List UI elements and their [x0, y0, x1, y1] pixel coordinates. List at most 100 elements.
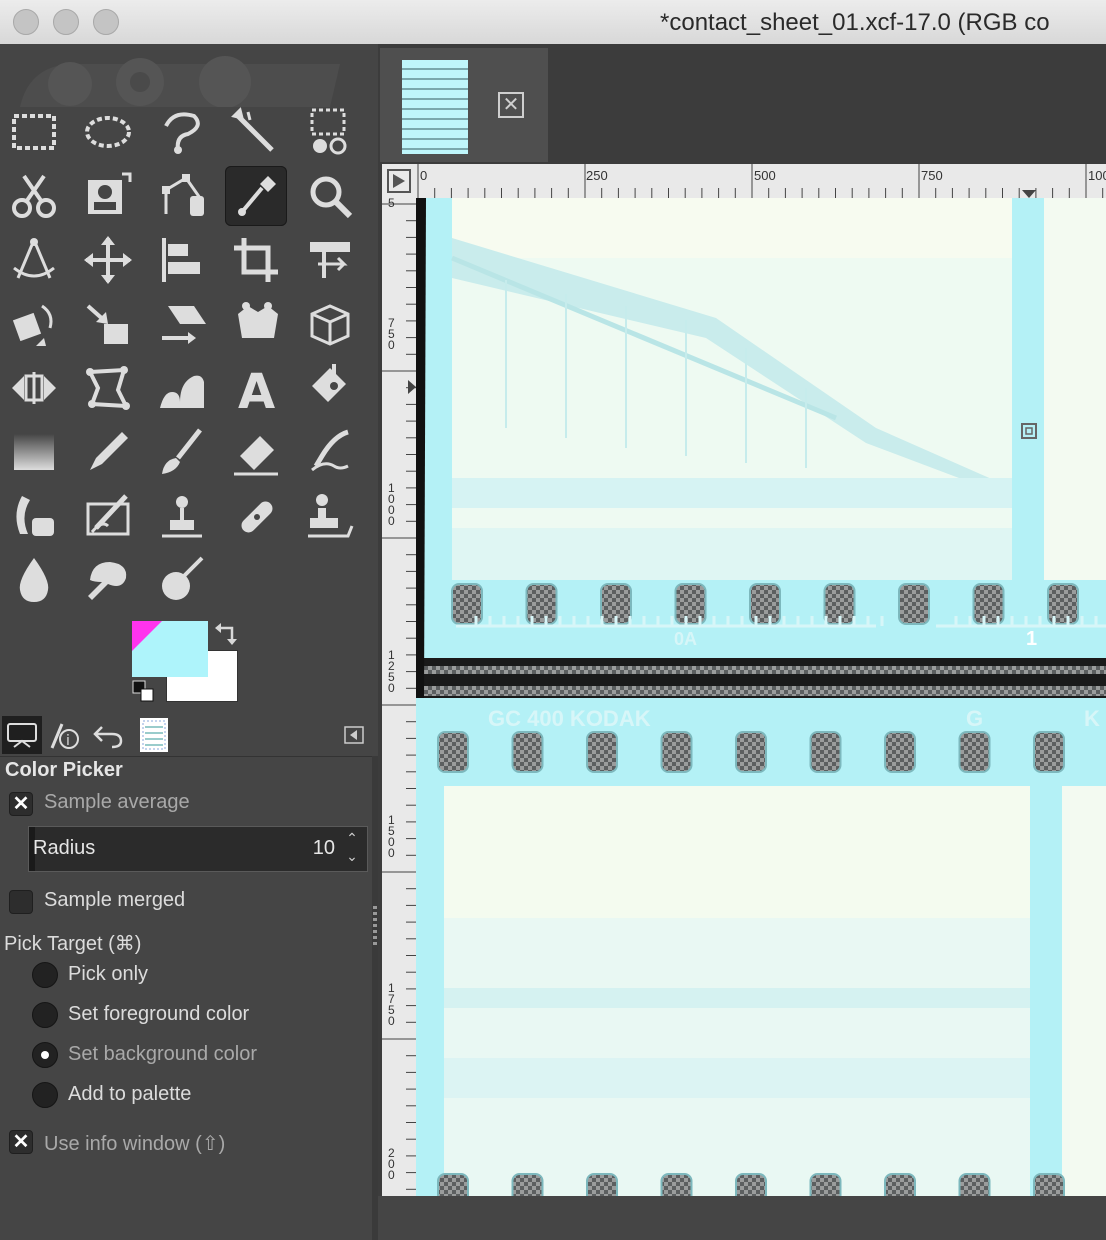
- out-of-gamut-indicator: [132, 621, 162, 651]
- tool-airbrush[interactable]: [299, 422, 361, 482]
- tool-perspective-clone[interactable]: [299, 486, 361, 546]
- panel-menu-button[interactable]: [344, 726, 364, 749]
- tool-select-by-color[interactable]: [299, 102, 361, 162]
- sprocket-hole: [437, 731, 469, 773]
- close-image-tab-icon[interactable]: ✕: [498, 92, 524, 118]
- scale-icon: [86, 304, 128, 344]
- pick-only-radio[interactable]: [32, 962, 58, 988]
- tool-blur[interactable]: [3, 550, 65, 610]
- tool-unified-transform[interactable]: [299, 230, 361, 290]
- tool-scissors-select[interactable]: [3, 166, 65, 226]
- window-title: *contact_sheet_01.xcf-17.0 (RGB co: [660, 9, 1050, 36]
- tool-warp[interactable]: [151, 358, 213, 418]
- perspective-icon: [238, 302, 278, 338]
- sample-merged-checkbox[interactable]: [9, 890, 33, 914]
- flip-icon: [12, 372, 56, 404]
- tool-ellipse-select[interactable]: [77, 102, 139, 162]
- tool-foreground-select[interactable]: [77, 166, 139, 226]
- tool-ink[interactable]: [3, 486, 65, 546]
- tool-move[interactable]: [77, 230, 139, 290]
- tool-heal[interactable]: [225, 486, 287, 546]
- vertical-ruler-label: 200: [388, 1146, 395, 1182]
- tool-cage[interactable]: [77, 358, 139, 418]
- use-info-window-checkbox[interactable]: ✕: [9, 1130, 33, 1154]
- tool-pencil[interactable]: [77, 422, 139, 482]
- tool-paths[interactable]: [151, 166, 213, 226]
- tool-align[interactable]: [151, 230, 213, 290]
- radius-value[interactable]: 10: [313, 837, 335, 860]
- ruler-label-250: 250: [586, 168, 608, 183]
- radius-stepper[interactable]: ⌃ ⌄: [341, 829, 363, 869]
- tool-gradient[interactable]: [3, 422, 65, 482]
- add-to-palette-radio[interactable]: [32, 1082, 58, 1108]
- eraser-icon: [234, 436, 278, 476]
- image-canvas[interactable]: 0A 1 GC 400 KODAK G K: [416, 198, 1106, 1196]
- 3d-transform-icon: [310, 304, 350, 346]
- smudge-icon: [88, 562, 127, 600]
- tool-paintbrush[interactable]: [151, 422, 213, 482]
- select-by-color-icon: [310, 108, 347, 155]
- tool-color-picker[interactable]: [225, 166, 287, 226]
- tool-mypaint-brush[interactable]: [77, 486, 139, 546]
- radius-label: Radius: [33, 837, 96, 859]
- tool-smudge[interactable]: [77, 550, 139, 610]
- tool-rotate[interactable]: [3, 294, 65, 354]
- tool-clone[interactable]: [151, 486, 213, 546]
- tab-tool-options[interactable]: [2, 716, 42, 754]
- tool-eraser[interactable]: [225, 422, 287, 482]
- tool-fuzzy-select[interactable]: [225, 102, 287, 162]
- image-tab[interactable]: ✕: [380, 48, 548, 162]
- radius-spinscale[interactable]: Radius 10 ⌃ ⌄: [28, 826, 368, 872]
- tool-bucket-fill[interactable]: [299, 358, 361, 418]
- tool-dodge-burn[interactable]: [151, 550, 213, 610]
- horizontal-ruler[interactable]: 0 250 500 750 100: [416, 164, 1106, 198]
- tab-undo-history[interactable]: [88, 716, 128, 754]
- use-info-window-label: Use info window (⇧): [44, 1133, 226, 1155]
- airbrush-icon: [311, 429, 349, 472]
- zoom-window-button[interactable]: [93, 9, 119, 35]
- tool-perspective[interactable]: [225, 294, 287, 354]
- sample-merged-label: Sample merged: [44, 889, 186, 911]
- decrement-chevron-down-icon[interactable]: ⌄: [341, 847, 363, 865]
- quick-mask-toggle[interactable]: [382, 164, 416, 198]
- tool-scale[interactable]: [77, 294, 139, 354]
- sprocket-hole: [735, 731, 767, 773]
- ink-icon: [16, 496, 54, 536]
- sprocket-hole: [735, 1173, 767, 1196]
- panel-menu-icon: [344, 726, 364, 744]
- set-foreground-radio[interactable]: [32, 1002, 58, 1028]
- tool-flip[interactable]: [3, 358, 65, 418]
- tool-rect-select[interactable]: [3, 102, 65, 162]
- sample-average-label: Sample average: [44, 791, 190, 813]
- pick-target-heading: Pick Target (⌘): [4, 933, 142, 955]
- tool-shear[interactable]: [151, 294, 213, 354]
- rotate-icon: [12, 304, 53, 346]
- foreground-select-icon: [88, 172, 132, 214]
- tool-measure[interactable]: [3, 230, 65, 290]
- close-window-button[interactable]: [13, 9, 39, 35]
- swap-colors-icon[interactable]: [214, 620, 240, 646]
- film-edge-code: GC 400 KODAK: [488, 706, 651, 731]
- default-colors-icon[interactable]: [132, 680, 158, 706]
- tool-text[interactable]: A: [225, 358, 287, 418]
- tool-free-select[interactable]: [151, 102, 213, 162]
- heal-icon: [241, 501, 273, 533]
- tool-crop[interactable]: [225, 230, 287, 290]
- warp-icon: [160, 375, 204, 408]
- set-background-radio[interactable]: [32, 1042, 58, 1068]
- film-contact-sheet-image: 0A 1 GC 400 KODAK G K: [416, 198, 1106, 1196]
- minimize-window-button[interactable]: [53, 9, 79, 35]
- film-edge-code-2: G: [966, 706, 983, 731]
- tool-3d-transform[interactable]: [299, 294, 361, 354]
- sprocket-hole: [660, 731, 693, 773]
- increment-chevron-up-icon[interactable]: ⌃: [341, 829, 363, 847]
- sample-average-checkbox[interactable]: ✕: [9, 792, 33, 816]
- tab-images[interactable]: [134, 716, 174, 754]
- vertical-ruler[interactable]: 5 750 1000 1250 1500 1750 200: [382, 198, 416, 1196]
- ruler-corner-menu-icon: [387, 169, 411, 193]
- film-edge-code-3: K: [1084, 706, 1100, 731]
- tool-zoom[interactable]: [299, 166, 361, 226]
- perspective-clone-icon: [308, 494, 354, 538]
- sprocket-hole: [1033, 731, 1065, 773]
- tab-device-status[interactable]: i: [44, 716, 84, 754]
